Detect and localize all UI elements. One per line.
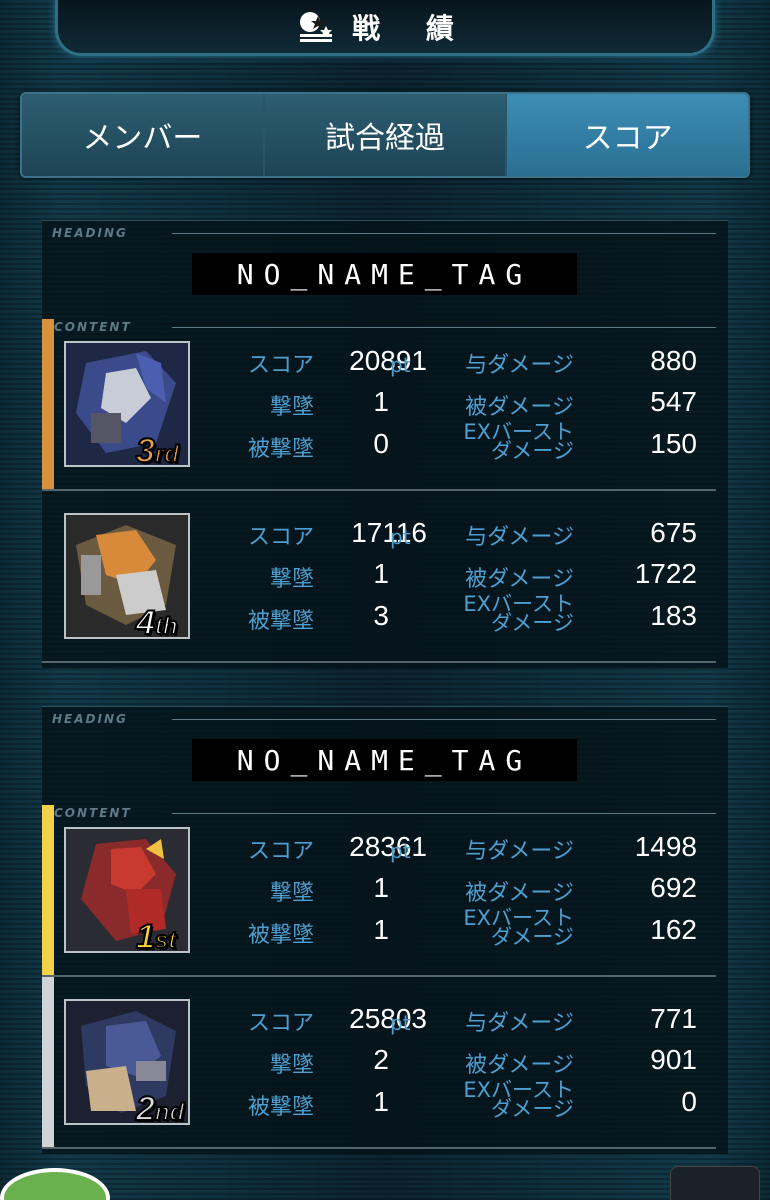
team-card: HEADING NO_NAME_TAG CONTENT 1st スコア 2836… — [42, 706, 728, 1154]
divider — [172, 233, 716, 234]
deaths-label: 被撃墜 — [247, 609, 314, 634]
damage-taken-label: 被ダメージ — [465, 1053, 574, 1078]
pt-unit: pt — [390, 525, 411, 549]
damage-dealt-label: 与ダメージ — [465, 353, 574, 378]
divider — [172, 327, 716, 328]
ex-burst-label-line2: ダメージ — [491, 439, 574, 463]
rank-accent-bar — [42, 805, 54, 975]
player-row[interactable]: 4th スコア 17116 pt 撃墜 1 被撃墜 3 与ダメージ 675 被ダ… — [42, 491, 728, 663]
damage-dealt-value: 675 — [650, 517, 697, 548]
ex-burst-label-line2: ダメージ — [491, 925, 574, 949]
score-label: スコア — [247, 839, 314, 864]
kills-value: 1 — [373, 386, 389, 417]
content-label: CONTENT — [54, 320, 132, 334]
tab-members[interactable]: メンバー — [22, 94, 265, 176]
heading-label: HEADING — [52, 712, 128, 726]
game-logo-button[interactable] — [670, 1166, 760, 1200]
divider — [42, 1147, 716, 1149]
divider — [42, 661, 716, 663]
team-card: HEADING NO_NAME_TAG CONTENT 3rd スコア 2089… — [42, 220, 728, 668]
deaths-value: 3 — [373, 600, 389, 631]
rank-badge: 1st — [135, 917, 177, 953]
navy-gundam-portrait: 2nd — [64, 999, 190, 1125]
rank-suffix: nd — [154, 1098, 185, 1125]
score-label: スコア — [247, 353, 314, 378]
rank-number: 4 — [135, 603, 156, 639]
ex-burst-label: EXバースト ダメージ — [442, 594, 574, 635]
kills-value: 2 — [373, 1044, 389, 1075]
title-bar: 戦 績 — [55, 0, 715, 56]
player-row[interactable]: 2nd スコア 25803 pt 撃墜 2 被撃墜 1 与ダメージ 771 被ダ… — [42, 977, 728, 1149]
damage-taken-value: 547 — [650, 386, 697, 417]
rank-suffix: rd — [154, 440, 180, 467]
player-row[interactable]: CONTENT 3rd スコア 20891 pt 撃墜 1 被撃墜 0 与ダメー… — [42, 319, 728, 491]
damage-dealt-value: 771 — [650, 1003, 697, 1034]
rank-accent-bar — [42, 319, 54, 489]
deaths-label: 被撃墜 — [247, 1095, 314, 1120]
divider — [172, 719, 716, 720]
tab-match-progress[interactable]: 試合経過 — [264, 94, 508, 176]
ex-burst-label-line2: ダメージ — [491, 611, 574, 635]
damage-taken-value: 1722 — [634, 558, 697, 589]
page-title: 戦 績 — [352, 11, 472, 45]
content-label: CONTENT — [54, 806, 132, 820]
pt-unit: pt — [390, 1011, 411, 1035]
damage-taken-value: 692 — [650, 872, 697, 903]
ex-burst-value: 0 — [681, 1086, 697, 1117]
damage-dealt-label: 与ダメージ — [465, 1011, 574, 1036]
menu-button[interactable] — [0, 1168, 110, 1200]
team-tag: NO_NAME_TAG — [192, 739, 577, 781]
kills-label: 撃墜 — [269, 395, 314, 420]
heading-label: HEADING — [52, 226, 128, 240]
tab-bar: メンバー 試合経過 スコア — [20, 92, 750, 178]
damage-dealt-label: 与ダメージ — [465, 525, 574, 550]
rank-number: 3 — [135, 431, 156, 467]
deaths-value: 0 — [373, 428, 389, 459]
rank-number: 1 — [135, 917, 156, 953]
deaths-value: 1 — [373, 1086, 389, 1117]
score-label: スコア — [247, 1011, 314, 1036]
team-tag: NO_NAME_TAG — [192, 253, 577, 295]
damage-dealt-value: 880 — [650, 345, 697, 376]
rank-badge: 3rd — [135, 431, 180, 467]
rank-badge: 4th — [135, 603, 179, 639]
damage-taken-label: 被ダメージ — [465, 395, 574, 420]
ex-burst-value: 162 — [650, 914, 697, 945]
ex-burst-value: 183 — [650, 600, 697, 631]
score-label: スコア — [247, 525, 314, 550]
rank-badge: 2nd — [135, 1089, 185, 1125]
ex-burst-label: EXバースト ダメージ — [442, 422, 574, 463]
blue-gundam-portrait: 3rd — [64, 341, 190, 467]
ex-burst-label: EXバースト ダメージ — [442, 1080, 574, 1121]
divider — [172, 813, 716, 814]
deaths-value: 1 — [373, 914, 389, 945]
damage-dealt-value: 1498 — [634, 831, 697, 862]
ex-burst-label: EXバースト ダメージ — [442, 908, 574, 949]
rank-suffix: th — [154, 612, 179, 639]
deaths-label: 被撃墜 — [247, 437, 314, 462]
damage-taken-label: 被ダメージ — [465, 567, 574, 592]
pt-unit: pt — [390, 353, 411, 377]
tab-score[interactable]: スコア — [507, 94, 748, 176]
damage-taken-label: 被ダメージ — [465, 881, 574, 906]
results-emblem-icon — [298, 10, 334, 44]
ex-burst-label-line2: ダメージ — [491, 1097, 574, 1121]
damage-taken-value: 901 — [650, 1044, 697, 1075]
deaths-label: 被撃墜 — [247, 923, 314, 948]
kills-value: 1 — [373, 872, 389, 903]
kills-label: 撃墜 — [269, 1053, 314, 1078]
kills-label: 撃墜 — [269, 881, 314, 906]
red-gundam-portrait: 1st — [64, 827, 190, 953]
rank-accent-bar — [42, 977, 54, 1147]
kills-label: 撃墜 — [269, 567, 314, 592]
pt-unit: pt — [390, 839, 411, 863]
rank-number: 2 — [135, 1089, 156, 1125]
orange-gundam-portrait: 4th — [64, 513, 190, 639]
rank-suffix: st — [154, 926, 177, 953]
damage-dealt-label: 与ダメージ — [465, 839, 574, 864]
player-row[interactable]: CONTENT 1st スコア 28361 pt 撃墜 1 被撃墜 1 与ダメー… — [42, 805, 728, 977]
ex-burst-value: 150 — [650, 428, 697, 459]
kills-value: 1 — [373, 558, 389, 589]
